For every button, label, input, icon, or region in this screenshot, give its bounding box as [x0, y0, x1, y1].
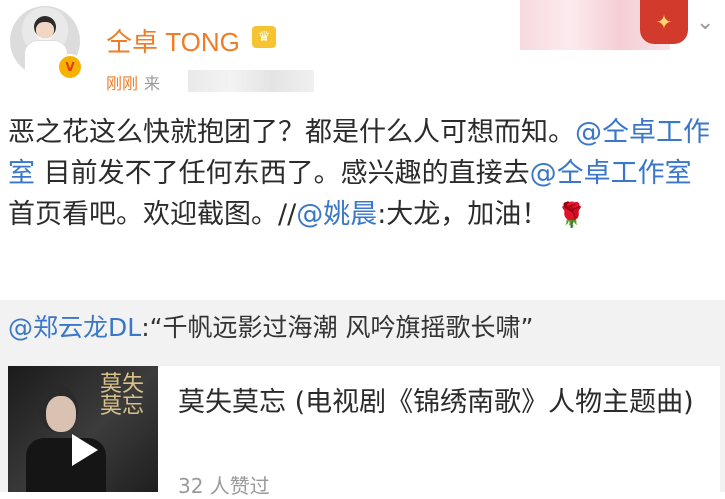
- repost-quote: :“千帆远影过海潮 风吟旗摇歌长啸”: [141, 313, 534, 342]
- thumbnail-face: [46, 396, 76, 432]
- post-text: 恶之花这么快就抱团了？都是什么人可想而知。 @仝卓工作室 目前发不了任何东西了。感…: [8, 112, 720, 236]
- chevron-down-icon[interactable]: ⌄: [696, 10, 714, 35]
- card-decoration-icon: ✦: [640, 0, 688, 44]
- post-seg4: :大龙，加油！: [377, 199, 549, 230]
- repost-text: @郑云龙DL:“千帆远影过海潮 风吟旗摇歌长啸”: [8, 308, 533, 344]
- verified-badge-icon: V: [57, 54, 83, 80]
- post-source: 来: [144, 74, 161, 93]
- post-seg2: 目前发不了任何东西了。感兴趣的直接去: [35, 158, 530, 189]
- play-icon[interactable]: [72, 434, 98, 466]
- blurred-source: [188, 70, 314, 92]
- mention-link[interactable]: @仝卓工作室: [530, 158, 692, 189]
- mention-link[interactable]: @姚晨: [296, 199, 377, 230]
- rose-icon: 🌹: [556, 201, 587, 229]
- media-title[interactable]: 莫失莫忘 (电视剧《锦绣南歌》人物主题曲): [178, 384, 698, 422]
- thumbnail-calligraphy: 莫失莫忘: [100, 372, 145, 419]
- video-thumbnail[interactable]: 莫失莫忘: [8, 366, 158, 492]
- username[interactable]: 仝卓 TONG: [106, 22, 240, 59]
- post-seg3: 首页看吧。欢迎截图。//: [8, 199, 297, 230]
- post-meta: 刚刚来: [106, 70, 160, 94]
- crown-icon[interactable]: ♛: [252, 26, 276, 48]
- post-time: 刚刚: [106, 74, 139, 93]
- post-seg1: 恶之花这么快就抱团了？都是什么人可想而知。: [8, 117, 575, 148]
- repost-mention[interactable]: @郑云龙DL: [8, 313, 141, 342]
- media-likes: 32 人赞过: [178, 474, 270, 498]
- avatar-face: [36, 22, 54, 38]
